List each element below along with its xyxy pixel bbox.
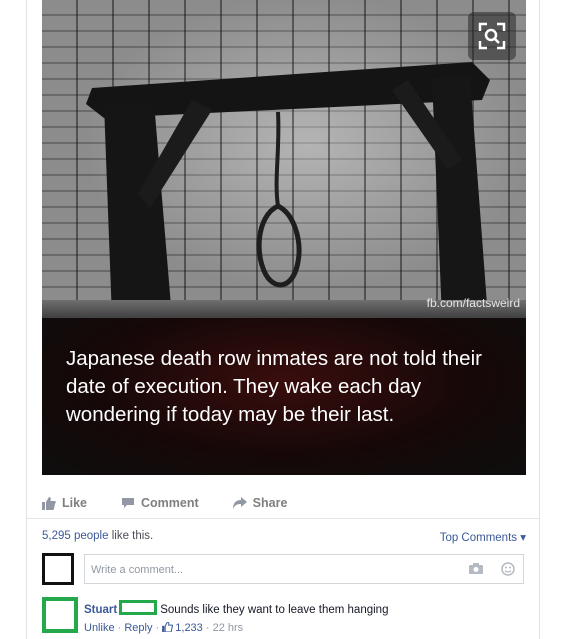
comment-like-count: 1,233: [175, 622, 203, 634]
share-button[interactable]: Share: [232, 496, 288, 510]
emoji-icon[interactable]: [501, 562, 515, 579]
share-arrow-icon: [232, 497, 247, 509]
meta-separator: ·: [152, 622, 163, 634]
camera-icon[interactable]: [469, 563, 483, 577]
expand-search-icon[interactable]: [468, 12, 516, 60]
comment-button[interactable]: Comment: [121, 496, 199, 510]
like-button[interactable]: Like: [42, 496, 87, 510]
likes-count-link[interactable]: 5,295 people: [42, 530, 109, 542]
photo-watermark: fb.com/factsweird: [426, 296, 520, 310]
comment-bubble-icon: [122, 498, 135, 508]
meta-separator: ·: [114, 622, 125, 634]
top-comments-dropdown[interactable]: Top Comments ▾: [440, 530, 526, 544]
gallows-shadow-image: [86, 62, 490, 318]
thumbs-up-icon: [162, 621, 174, 633]
action-divider: [27, 518, 539, 519]
author-surname-redaction: [119, 600, 158, 615]
write-comment-row: Write a comment...: [42, 553, 526, 589]
share-label: Share: [252, 496, 288, 510]
unlike-link[interactable]: Unlike: [84, 622, 115, 634]
likes-summary: 5,295 people like this. Top Comments ▾: [42, 530, 526, 546]
comment-placeholder: Write a comment...: [91, 564, 184, 576]
comment-body: Stuart Sounds like they want to leave the…: [84, 600, 388, 637]
meta-separator: ·: [202, 622, 213, 634]
post-action-bar: Like Comment Share: [42, 492, 321, 514]
post-photo[interactable]: fb.com/factsweird Japanese death row inm…: [42, 0, 526, 475]
comment-time[interactable]: 22 hrs: [213, 622, 244, 634]
commenter-avatar-redacted[interactable]: [42, 597, 78, 633]
likes-suffix: like this.: [108, 530, 154, 542]
comment-item: Stuart Sounds like they want to leave the…: [42, 597, 526, 635]
reply-link[interactable]: Reply: [124, 622, 152, 634]
facebook-post-card: fb.com/factsweird Japanese death row inm…: [26, 0, 540, 639]
comment-meta: Unlike · Reply · 1,233 · 22 hrs: [84, 619, 388, 637]
current-user-avatar-redacted: [42, 553, 74, 585]
like-label: Like: [62, 496, 88, 510]
photo-caption: Japanese death row inmates are not told …: [66, 347, 482, 426]
comment-likes[interactable]: 1,233: [162, 621, 203, 634]
comment-label: Comment: [141, 496, 199, 510]
comment-text: Sounds like they want to leave them hang…: [160, 604, 389, 616]
comment-author[interactable]: Stuart: [84, 604, 117, 616]
comment-input[interactable]: Write a comment...: [84, 554, 524, 584]
thumbs-up-icon: [42, 496, 56, 510]
